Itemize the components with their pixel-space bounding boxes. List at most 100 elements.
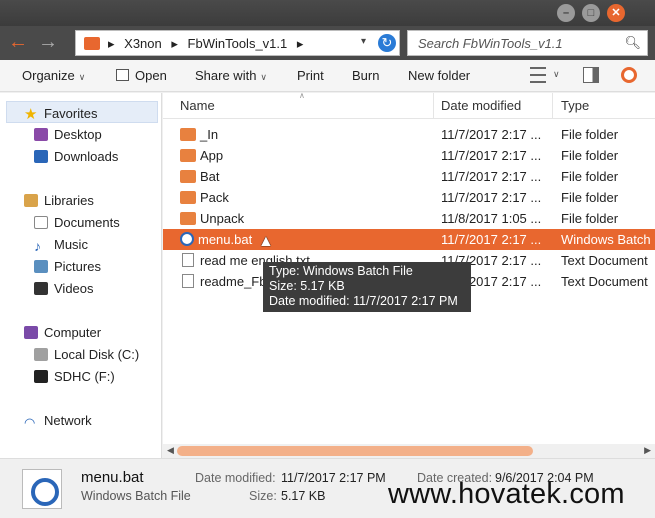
- share-with-button[interactable]: Share with ∨: [195, 68, 267, 83]
- file-name: Bat: [200, 169, 220, 184]
- pictures-icon: [34, 260, 48, 273]
- scrollbar-thumb[interactable]: [177, 446, 533, 456]
- nav-videos[interactable]: Videos: [34, 281, 94, 296]
- nav-downloads[interactable]: Downloads: [34, 149, 118, 164]
- column-divider[interactable]: [552, 93, 553, 119]
- folder-icon: [180, 191, 196, 204]
- desktop-icon: [34, 128, 48, 141]
- nav-videos-label: Videos: [54, 281, 94, 296]
- nav-network-label: Network: [44, 413, 92, 428]
- file-row[interactable]: App 11/7/2017 2:17 ... File folder: [163, 145, 655, 166]
- details-modified-value: 11/7/2017 2:17 PM: [281, 471, 386, 485]
- nav-downloads-label: Downloads: [54, 149, 119, 164]
- nav-favorites[interactable]: ★ Favorites: [24, 105, 98, 123]
- file-row[interactable]: Unpack 11/8/2017 1:05 ... File folder: [163, 208, 655, 229]
- tooltip-size: Size: 5.17 KB: [269, 279, 345, 293]
- minimize-button[interactable]: –: [557, 4, 575, 22]
- open-icon: [116, 69, 129, 81]
- open-button[interactable]: Open: [116, 68, 167, 83]
- nav-sdhc-label: SDHC (F:): [54, 369, 115, 384]
- file-row-selected[interactable]: menu.bat 11/7/2017 2:17 ... Windows Batc…: [163, 229, 655, 250]
- file-type: File folder: [561, 211, 619, 226]
- organize-button[interactable]: Organize ∨: [22, 68, 85, 83]
- burn-button[interactable]: Burn: [352, 68, 379, 83]
- file-row[interactable]: Pack 11/7/2017 2:17 ... File folder: [163, 187, 655, 208]
- nav-favorites-label: Favorites: [44, 106, 98, 121]
- file-name: Pack: [200, 190, 229, 205]
- file-date: 11/7/2017 2:17 ...: [441, 232, 542, 247]
- nav-desktop[interactable]: Desktop: [34, 127, 102, 142]
- details-file-name: menu.bat: [81, 469, 144, 486]
- chevron-down-icon: ∨: [260, 72, 268, 82]
- nav-libraries[interactable]: Libraries: [24, 193, 94, 208]
- file-row[interactable]: Bat 11/7/2017 2:17 ... File folder: [163, 166, 655, 187]
- column-name[interactable]: Name: [180, 98, 215, 113]
- file-name: _In: [200, 127, 219, 142]
- preview-pane-icon[interactable]: [583, 67, 599, 83]
- address-bar[interactable]: ▸ X3non ▸ FbWinTools_v1.1 ▸ ▾ ↻: [75, 30, 400, 56]
- nav-sdhc[interactable]: SDHC (F:): [34, 369, 115, 384]
- nav-network[interactable]: ◠ Network: [24, 413, 92, 430]
- file-type: Windows Batch: [561, 232, 651, 247]
- text-file-icon: [182, 274, 194, 288]
- file-type: File folder: [561, 190, 619, 205]
- batch-file-icon: [180, 232, 194, 246]
- column-divider[interactable]: [433, 93, 434, 119]
- search-box[interactable]: Search FbWinTools_v1.1 🔍︎: [407, 30, 648, 56]
- search-icon[interactable]: 🔍︎: [624, 35, 641, 51]
- file-type: Text Document: [561, 274, 648, 289]
- help-icon[interactable]: [621, 67, 637, 83]
- back-arrow-icon[interactable]: ←: [6, 31, 30, 55]
- refresh-icon[interactable]: ↻: [378, 34, 396, 52]
- maximize-button[interactable]: □: [582, 4, 600, 22]
- nav-documents[interactable]: Documents: [34, 215, 120, 230]
- view-options-chevron-icon[interactable]: ∨: [553, 69, 560, 80]
- nav-local-disk[interactable]: Local Disk (C:): [34, 347, 139, 362]
- file-date: 11/7/2017 2:17 ...: [441, 127, 542, 142]
- scroll-left-icon[interactable]: ◀: [167, 445, 174, 456]
- tooltip-type: Type: Windows Batch File: [269, 264, 413, 278]
- new-folder-button[interactable]: New folder: [408, 68, 470, 83]
- change-view-icon[interactable]: [530, 67, 546, 83]
- folder-icon: [180, 128, 196, 141]
- file-date: 11/7/2017 2:17 ...: [441, 169, 542, 184]
- column-date-modified[interactable]: Date modified: [441, 98, 521, 113]
- file-date: 11/8/2017 1:05 ...: [441, 211, 542, 226]
- breadcrumb-separator[interactable]: ▸: [297, 36, 304, 51]
- scroll-right-icon[interactable]: ▶: [644, 445, 651, 456]
- search-input[interactable]: Search FbWinTools_v1.1: [418, 36, 563, 51]
- breadcrumb-separator[interactable]: ▸: [171, 36, 178, 51]
- breadcrumb-fbwintools[interactable]: FbWinTools_v1.1: [188, 36, 288, 51]
- title-bar: – □ ✕: [0, 0, 655, 26]
- breadcrumb-x3non[interactable]: X3non: [124, 36, 162, 51]
- folder-icon: [84, 37, 100, 50]
- music-icon: ♪: [34, 238, 41, 254]
- address-dropdown-icon[interactable]: ▾: [361, 36, 366, 47]
- file-date: 11/7/2017 2:17 ...: [441, 190, 542, 205]
- drive-icon: [34, 348, 48, 361]
- computer-icon: [24, 326, 38, 339]
- videos-icon: [34, 282, 48, 295]
- command-bar: Organize ∨ Open Share with ∨ Print Burn Ne…: [0, 60, 655, 92]
- breadcrumb-separator[interactable]: ▸: [108, 36, 115, 51]
- folder-icon: [180, 149, 196, 162]
- nav-pictures[interactable]: Pictures: [34, 259, 101, 274]
- forward-arrow-icon[interactable]: →: [36, 31, 60, 55]
- file-row[interactable]: _In 11/7/2017 2:17 ... File folder: [163, 124, 655, 145]
- details-modified-label: Date modified:: [195, 471, 276, 485]
- print-button[interactable]: Print: [297, 68, 324, 83]
- column-header: ∧ Name Date modified Type: [163, 91, 655, 119]
- horizontal-scrollbar[interactable]: ◀ ▶: [163, 444, 655, 458]
- file-date: 11/7/2017 2:17 ...: [441, 148, 542, 163]
- tooltip-date-modified: Date modified: 11/7/2017 2:17 PM: [269, 294, 458, 308]
- libraries-icon: [24, 194, 38, 207]
- nav-libraries-label: Libraries: [44, 193, 94, 208]
- nav-music[interactable]: ♪ Music: [34, 237, 88, 254]
- star-icon: ★: [24, 106, 38, 123]
- close-button[interactable]: ✕: [607, 4, 625, 22]
- file-type: File folder: [561, 148, 619, 163]
- nav-computer[interactable]: Computer: [24, 325, 101, 340]
- chevron-down-icon: ∨: [78, 72, 86, 82]
- column-type[interactable]: Type: [561, 98, 589, 113]
- nav-documents-label: Documents: [54, 215, 120, 230]
